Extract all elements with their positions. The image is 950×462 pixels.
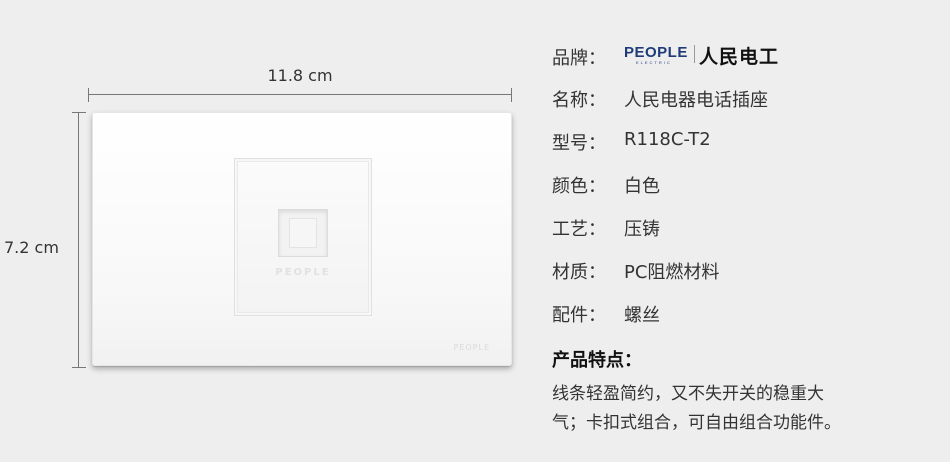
phone-jack xyxy=(278,209,328,257)
spec-row-accessories: 配件： 螺丝 xyxy=(552,301,932,329)
spec-value: PC阻燃材料 xyxy=(624,262,720,283)
phone-jack-port xyxy=(289,218,317,248)
module-brand-mark: PEOPLE xyxy=(275,267,331,278)
spec-row-model: 型号： R118C-T2 xyxy=(552,129,932,157)
features-line: 线条轻盈简约，又不失开关的稳重大 xyxy=(552,384,824,404)
height-dimension-line xyxy=(72,112,86,368)
features-title: 产品特点： xyxy=(552,350,642,371)
spec-value: 白色 xyxy=(624,176,660,197)
socket-panel-image: PEOPLE PEOPLE xyxy=(92,112,512,366)
spec-row-brand: 品牌： PEOPLE ELECTRIC 人民电工 xyxy=(552,44,932,72)
spec-row-material: 材质： PC阻燃材料 xyxy=(552,258,932,286)
spec-row-color: 颜色： 白色 xyxy=(552,172,932,200)
spec-label: 颜色： xyxy=(552,176,606,197)
height-dimension-tick-top xyxy=(72,112,86,113)
spec-value: R118C-T2 xyxy=(624,129,711,150)
spec-label: 工艺： xyxy=(552,219,606,240)
spec-label: 配件： xyxy=(552,305,606,326)
socket-module: PEOPLE xyxy=(234,158,372,316)
width-dimension-tick-right xyxy=(511,88,512,102)
width-dimension-label: 11.8 cm xyxy=(267,66,333,85)
width-dimension-tick-left xyxy=(88,88,89,102)
brand-logo-divider xyxy=(694,45,695,63)
features-line: 气；卡扣式组合，可自由组合功能件。 xyxy=(552,413,841,433)
width-dimension-line xyxy=(88,88,512,102)
height-dimension-rule xyxy=(78,112,79,368)
height-dimension-tick-bottom xyxy=(72,367,86,368)
spec-value: 压铸 xyxy=(624,219,660,240)
spec-row-process: 工艺： 压铸 xyxy=(552,215,932,243)
brand-logo-sub: ELECTRIC xyxy=(636,60,672,65)
spec-value: 人民电器电话插座 xyxy=(624,90,768,111)
height-dimension-label: 7.2 cm xyxy=(4,238,59,257)
spec-label: 型号： xyxy=(552,133,606,154)
width-dimension-rule xyxy=(88,94,512,95)
spec-label: 名称： xyxy=(552,90,606,111)
panel-brand-mark: PEOPLE xyxy=(453,343,490,352)
spec-label: 材质： xyxy=(552,262,606,283)
spec-label: 品牌： xyxy=(552,48,606,69)
brand-logo-en: PEOPLE xyxy=(624,44,688,61)
brand-logo-cn: 人民电工 xyxy=(699,46,780,68)
spec-value: 螺丝 xyxy=(624,305,660,326)
features-description: 线条轻盈简约，又不失开关的稳重大 气；卡扣式组合，可自由组合功能件。 xyxy=(552,380,902,438)
spec-row-name: 名称： 人民电器电话插座 xyxy=(552,86,932,114)
